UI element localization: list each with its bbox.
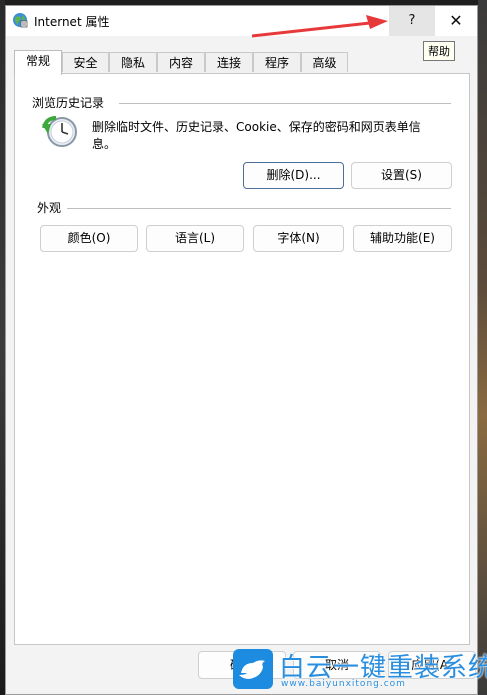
watermark: 白云一键重装系统 www.baiyunxitong.com — [233, 649, 487, 695]
watermark-bird-logo-icon — [233, 649, 273, 689]
tab-connections[interactable]: 连接 — [205, 52, 253, 72]
help-tooltip: 帮助 — [423, 41, 455, 61]
help-button[interactable]: ? — [389, 6, 435, 36]
languages-button[interactable]: 语言(L) — [146, 225, 244, 252]
browsing-history-description: 删除临时文件、历史记录、Cookie、保存的密码和网页表单信息。 — [92, 120, 421, 151]
desktop-background-right — [478, 0, 487, 695]
internet-properties-dialog: Internet 属性 ? ✕ 帮助 常规 安全 隐私 内容 连接 程序 高级 … — [5, 5, 478, 695]
general-tab-panel: 浏览历史记录 删除临时文件、历史记录、Cookie、保存的密码和网页表单信息。 … — [14, 73, 470, 645]
browsing-history-heading: 浏览历史记录 — [32, 96, 105, 110]
tab-content[interactable]: 内容 — [157, 52, 205, 72]
appearance-heading: 外观 — [37, 201, 62, 215]
fonts-button[interactable]: 字体(N) — [253, 225, 344, 252]
tab-strip: 常规 安全 隐私 内容 连接 程序 高级 — [14, 50, 464, 75]
browsing-history-divider — [119, 103, 451, 104]
settings-button[interactable]: 设置(S) — [351, 162, 452, 189]
red-arrow-annotation-icon — [252, 15, 388, 38]
watermark-url: www.baiyunxitong.com — [281, 679, 406, 689]
tab-programs[interactable]: 程序 — [253, 52, 301, 72]
tab-security[interactable]: 安全 — [62, 52, 109, 72]
accessibility-button[interactable]: 辅助功能(E) — [353, 225, 452, 252]
appearance-divider — [67, 208, 451, 209]
history-clock-icon — [42, 116, 77, 147]
tab-advanced[interactable]: 高级 — [301, 52, 348, 72]
tab-general[interactable]: 常规 — [14, 50, 62, 75]
internet-globe-icon — [13, 13, 28, 28]
delete-button[interactable]: 删除(D)... — [243, 162, 344, 189]
colors-button[interactable]: 颜色(O) — [40, 225, 138, 252]
window-title: Internet 属性 — [34, 15, 110, 29]
close-button[interactable]: ✕ — [435, 6, 477, 36]
title-bar[interactable]: Internet 属性 ? ✕ — [6, 6, 477, 36]
tab-privacy[interactable]: 隐私 — [109, 52, 157, 72]
